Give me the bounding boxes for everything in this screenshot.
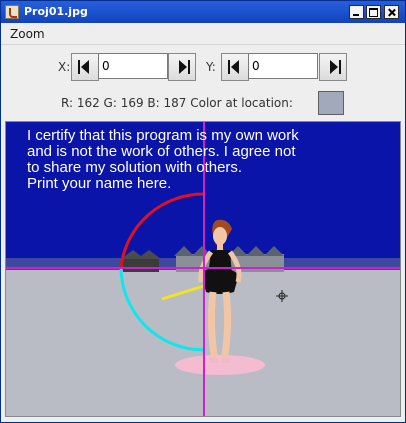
x-prev-button[interactable] xyxy=(71,53,99,81)
picture-panel[interactable]: I certify that this program is my own wo… xyxy=(5,121,401,417)
x-label: X: xyxy=(58,60,71,74)
title-bar[interactable]: Proj01.jpg xyxy=(1,1,405,23)
color-swatch xyxy=(318,91,344,115)
window-title: Proj01.jpg xyxy=(24,5,88,18)
x-coordinate-input[interactable] xyxy=(98,53,168,79)
cert-line-1: I certify that this program is my own wo… xyxy=(27,127,299,144)
color-readout: R: 162 G: 169 B: 187 Color at location: xyxy=(61,96,293,110)
cert-line-4: Print your name here. xyxy=(27,175,172,192)
maximize-button[interactable] xyxy=(366,5,381,19)
cert-line-3: to share my solution with others. xyxy=(27,159,243,176)
minimize-button[interactable] xyxy=(349,5,364,19)
figure-shadow xyxy=(175,355,265,375)
x-next-bar xyxy=(188,60,190,74)
arrow-left-icon xyxy=(231,60,239,74)
app-window: Proj01.jpg Zoom X: Y: R: 162 G: 169 B: 1… xyxy=(0,0,406,423)
y-label: Y: xyxy=(206,60,216,74)
x-prev-bar xyxy=(78,60,80,74)
close-button[interactable] xyxy=(384,5,399,19)
arrow-right-icon xyxy=(179,60,187,74)
y-next-button[interactable] xyxy=(319,53,347,81)
certification-text: I certify that this program is my own wo… xyxy=(27,128,397,192)
menu-zoom[interactable]: Zoom xyxy=(10,27,45,41)
cert-line-2: and is not the work of others. I agree n… xyxy=(27,143,296,160)
arrow-right-icon xyxy=(330,60,338,74)
y-prev-bar xyxy=(228,60,230,74)
java-app-icon xyxy=(5,5,19,19)
y-next-bar xyxy=(339,60,341,74)
y-coordinate-input[interactable] xyxy=(248,53,318,79)
arrow-left-icon xyxy=(81,60,89,74)
y-prev-button[interactable] xyxy=(221,53,249,81)
x-next-button[interactable] xyxy=(168,53,196,81)
menu-bar: Zoom xyxy=(1,23,405,45)
